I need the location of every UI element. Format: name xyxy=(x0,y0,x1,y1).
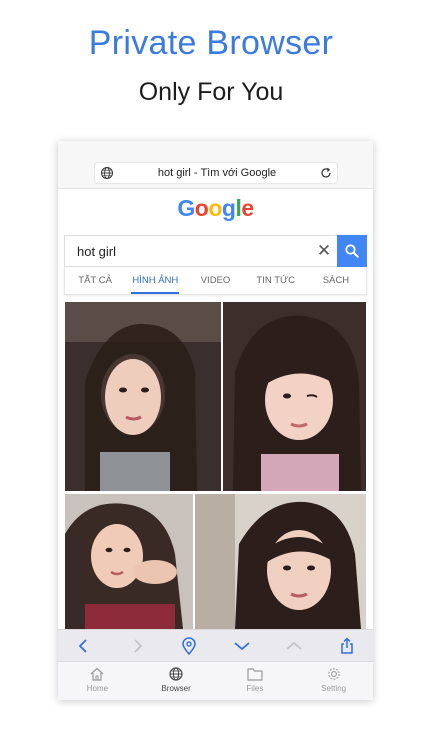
address-bar[interactable]: hot girl - Tìm với Google xyxy=(94,162,338,184)
photo-image xyxy=(223,302,366,491)
promo-title: Private Browser xyxy=(88,24,334,62)
browser-toolbar xyxy=(58,629,373,661)
gear-icon xyxy=(327,668,340,680)
photo-image xyxy=(65,302,221,491)
forward-button[interactable] xyxy=(123,632,151,660)
tabbar-label: Files xyxy=(246,684,264,693)
image-result[interactable] xyxy=(65,494,193,629)
globe-icon xyxy=(101,167,113,179)
tab-books[interactable]: SÁCH xyxy=(306,267,366,294)
image-result[interactable] xyxy=(65,302,221,491)
google-logo-letter: g xyxy=(221,195,236,221)
search-input[interactable]: hot girl ✕ xyxy=(64,235,337,267)
tab-bar: Home Browser Files Setting xyxy=(58,661,373,700)
chevron-up-icon xyxy=(286,641,302,650)
google-logo-letter: e xyxy=(241,195,254,221)
folder-icon xyxy=(247,668,263,681)
clear-icon[interactable]: ✕ xyxy=(311,241,337,261)
scroll-up-button[interactable] xyxy=(280,632,308,660)
search-tabs: TẤT CẢ HÌNH ẢNH VIDEO TIN TỨC SÁCH xyxy=(64,267,367,295)
tabbar-item-browser[interactable]: Browser xyxy=(137,662,216,700)
google-logo-letter: o xyxy=(208,195,222,221)
back-button[interactable] xyxy=(70,632,98,660)
tabbar-label: Home xyxy=(86,684,109,693)
tabbar-item-setting[interactable]: Setting xyxy=(294,662,373,700)
tabbar-label: Browser xyxy=(161,684,191,693)
google-logo-letter: G xyxy=(177,195,195,221)
google-logo-letter: o xyxy=(194,195,209,221)
tab-news[interactable]: TIN TỨC xyxy=(246,267,306,294)
share-button[interactable] xyxy=(333,632,361,660)
home-icon xyxy=(90,667,104,681)
reload-icon[interactable] xyxy=(319,166,333,180)
search-button[interactable] xyxy=(337,235,367,267)
image-result[interactable] xyxy=(195,494,366,629)
share-icon xyxy=(341,636,353,654)
tabbar-item-files[interactable]: Files xyxy=(216,662,295,700)
phone-screen: hot girl - Tìm với Google Google hot gir… xyxy=(58,141,373,700)
scroll-down-button[interactable] xyxy=(228,632,256,660)
tabbar-item-home[interactable]: Home xyxy=(58,662,137,700)
tab-images[interactable]: HÌNH ẢNH xyxy=(125,267,185,294)
tab-all[interactable]: TẤT CẢ xyxy=(65,267,125,294)
image-result[interactable] xyxy=(223,302,366,491)
page-title: hot girl - Tìm với Google xyxy=(157,167,277,179)
search-query: hot girl xyxy=(77,243,117,259)
google-search-bar: hot girl ✕ xyxy=(64,235,367,267)
tabbar-label: Setting xyxy=(321,684,347,693)
globe-icon xyxy=(169,667,183,681)
chevron-right-icon xyxy=(134,638,143,653)
location-button[interactable] xyxy=(175,632,203,660)
chevron-left-icon xyxy=(78,638,87,653)
map-pin-icon xyxy=(182,636,197,655)
address-bar-area: hot girl - Tìm với Google xyxy=(58,141,373,189)
chevron-down-icon xyxy=(234,641,250,650)
google-logo: Google xyxy=(58,195,373,222)
tab-video[interactable]: VIDEO xyxy=(185,267,245,294)
photo-image xyxy=(195,494,366,629)
photo-image xyxy=(65,494,193,629)
search-icon xyxy=(345,244,359,258)
promo-subtitle: Only For You xyxy=(138,78,284,106)
